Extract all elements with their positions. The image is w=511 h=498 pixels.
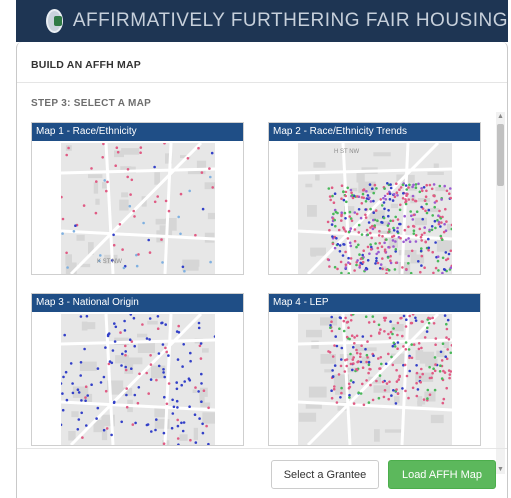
map-card-title: Map 3 - National Origin [32, 294, 243, 312]
header-divider [17, 82, 507, 83]
build-map-modal: BUILD AN AFFH MAP STEP 3: SELECT A MAP M… [16, 42, 508, 498]
scroll-down-arrow-icon[interactable]: ▼ [496, 465, 505, 474]
street-label: K ST NW [97, 259, 122, 265]
map-thumbnail [60, 314, 215, 445]
scrollbar-thumb[interactable] [497, 124, 504, 186]
map-card-1[interactable]: Map 1 - Race/Ethnicity K ST NW [31, 122, 244, 275]
hud-seal-logo [46, 9, 63, 33]
map-card-title: Map 2 - Race/Ethnicity Trends [269, 123, 480, 141]
map-card-list: Map 1 - Race/Ethnicity K ST NW Map 2 - R… [31, 122, 497, 472]
modal-title: BUILD AN AFFH MAP [31, 59, 141, 71]
vertical-scrollbar[interactable]: ▲ ▼ [496, 112, 505, 474]
street-label: H ST NW [334, 149, 360, 155]
app-title: AFFIRMATIVELY FURTHERING FAIR HOUSING [72, 10, 508, 31]
map-thumbnail: H ST NW [297, 143, 452, 274]
select-grantee-button[interactable]: Select a Grantee [271, 460, 379, 489]
map-card-title: Map 1 - Race/Ethnicity [32, 123, 243, 141]
app-banner: AFFIRMATIVELY FURTHERING FAIR HOUSING [16, 0, 508, 42]
scroll-up-arrow-icon[interactable]: ▲ [496, 112, 505, 121]
map-thumbnail: K ST NW [60, 143, 215, 274]
map-card-4[interactable]: Map 4 - LEP [268, 293, 481, 446]
footer-divider [17, 448, 507, 449]
map-card-2[interactable]: Map 2 - Race/Ethnicity Trends H ST NW [268, 122, 481, 275]
map-card-3[interactable]: Map 3 - National Origin [31, 293, 244, 446]
step-label: STEP 3: SELECT A MAP [31, 98, 152, 109]
map-thumbnail [297, 314, 452, 445]
map-card-title: Map 4 - LEP [269, 294, 480, 312]
load-affh-map-button[interactable]: Load AFFH Map [388, 460, 496, 489]
